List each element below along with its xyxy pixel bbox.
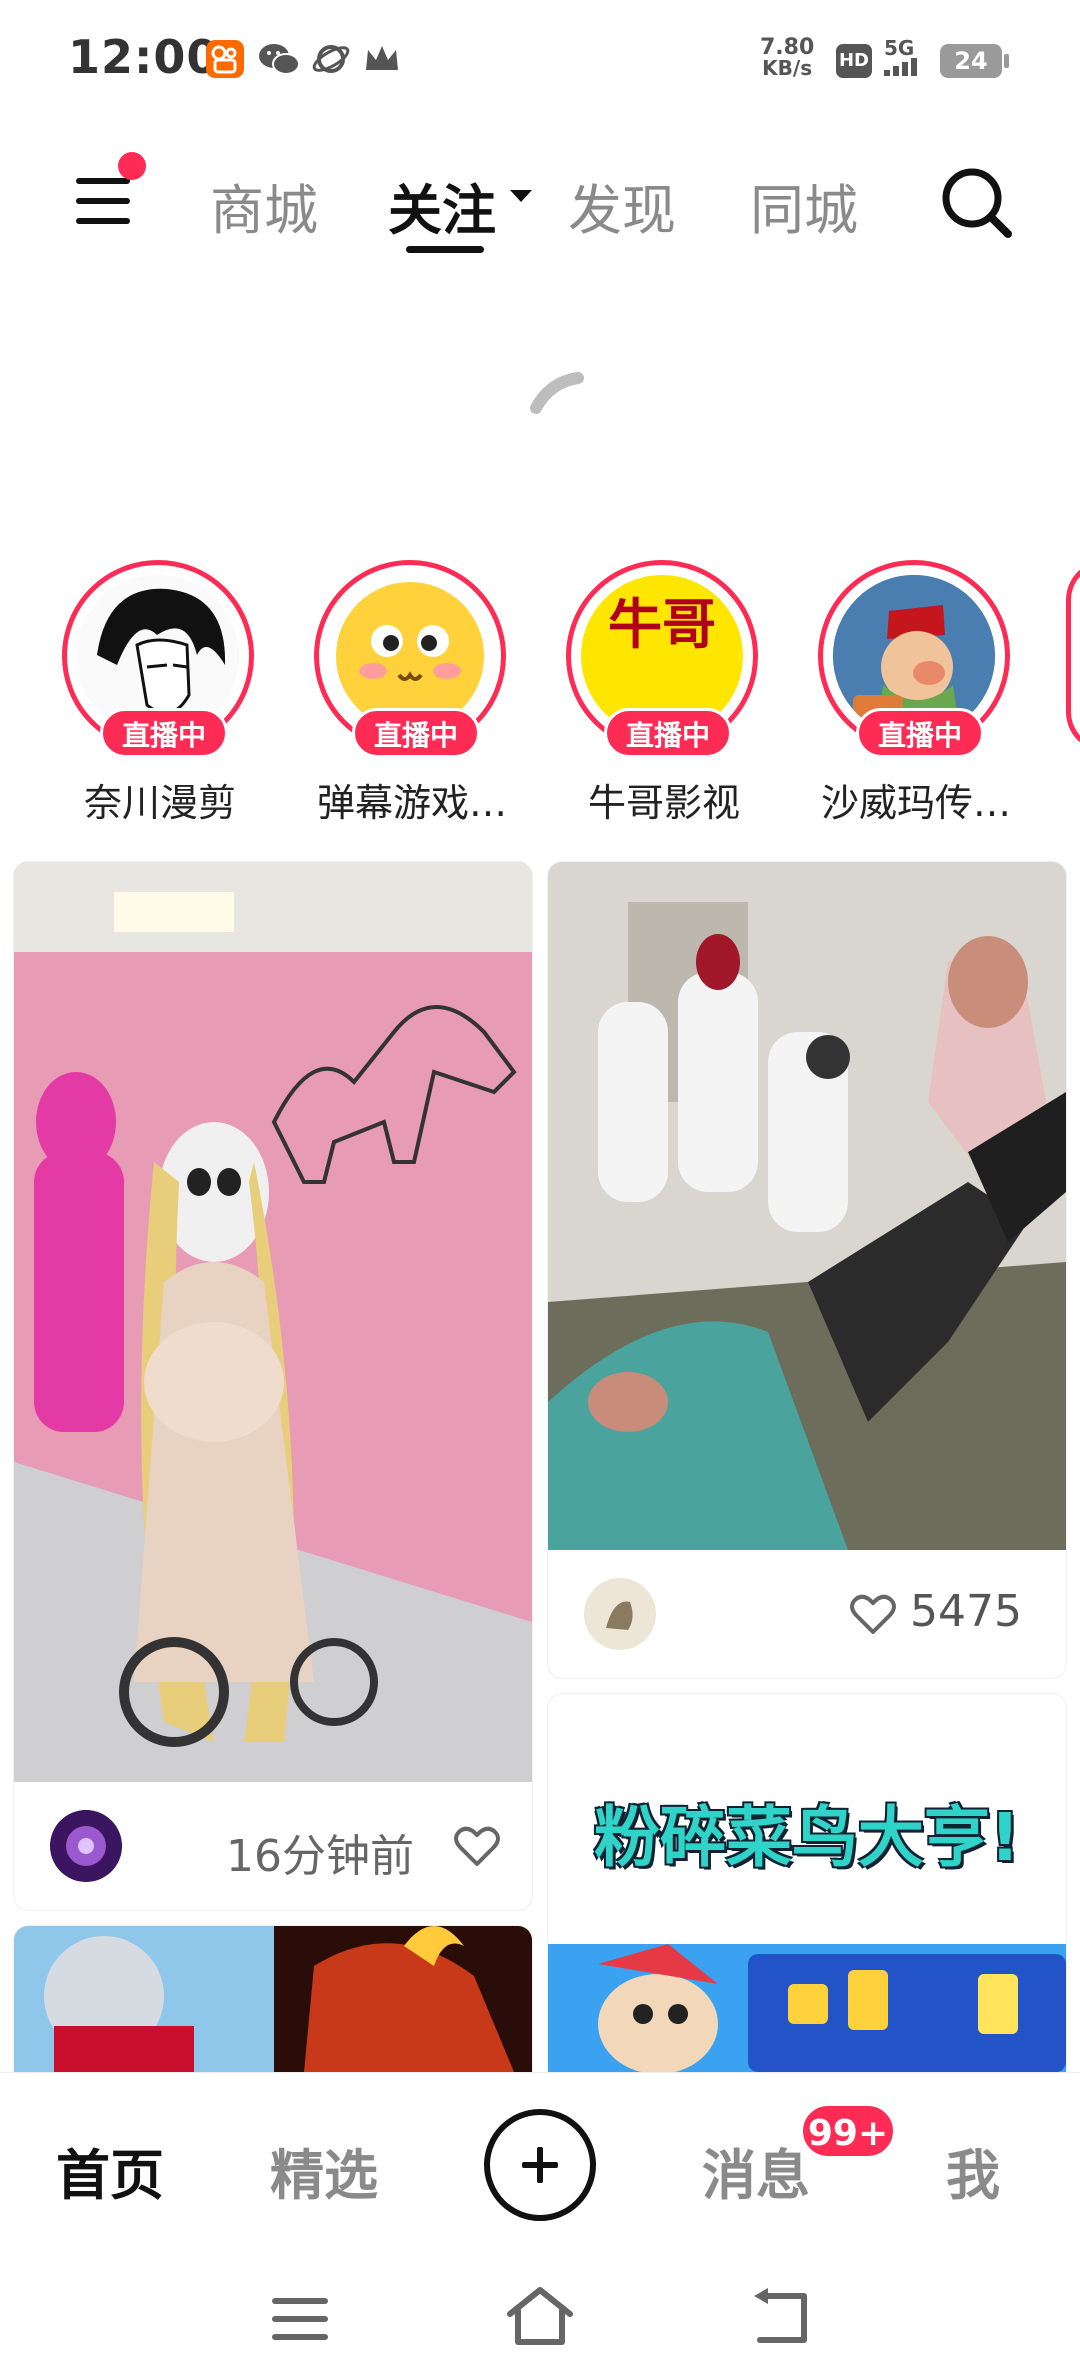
card-footer: 5475 xyxy=(548,1550,1066,1678)
heart-icon[interactable] xyxy=(850,1594,896,1636)
story-item[interactable]: 直播中 奈川漫剪 xyxy=(50,560,260,830)
tab-discover[interactable]: 发现 xyxy=(568,166,676,245)
planet-icon xyxy=(312,45,350,73)
tab-mall[interactable]: 商城 xyxy=(210,166,318,245)
menu-button[interactable] xyxy=(72,170,136,234)
signal-label: 5G xyxy=(884,36,915,60)
message-badge: 99+ xyxy=(800,2103,896,2159)
tab-messages[interactable]: 消息 xyxy=(702,2131,810,2210)
home-icon[interactable] xyxy=(504,2284,576,2346)
active-tab-indicator xyxy=(406,246,484,253)
network-speed-value: 7.80 xyxy=(760,35,815,60)
card-thumbnail xyxy=(14,1926,532,2072)
live-badge: 直播中 xyxy=(352,708,480,758)
card-title-text: 粉碎菜鸟大亨! xyxy=(593,1799,1021,1876)
status-time: 12:00 xyxy=(68,30,220,84)
card-title-area: 粉碎菜鸟大亨! xyxy=(548,1694,1066,1944)
network-speed: 7.80 KB/s xyxy=(760,35,815,80)
tab-following[interactable]: 关注 xyxy=(388,166,496,245)
card-thumbnail xyxy=(548,1944,1066,2072)
network-speed-unit: KB/s xyxy=(762,56,813,80)
signal-bars-icon xyxy=(884,58,917,76)
story-item-partial[interactable] xyxy=(1066,560,1080,752)
tab-me[interactable]: 我 xyxy=(946,2131,1000,2210)
tab-featured[interactable]: 精选 xyxy=(270,2131,378,2210)
signal-indicator: 5G xyxy=(884,38,924,79)
search-icon[interactable] xyxy=(938,164,1014,240)
like-count: 5475 xyxy=(910,1586,1022,1637)
feed-card[interactable]: 5475 xyxy=(548,862,1066,1678)
story-name: 弹幕游戏… xyxy=(316,781,507,825)
wechat-icon xyxy=(259,44,300,75)
recent-apps-icon[interactable] xyxy=(270,2296,330,2342)
back-icon[interactable] xyxy=(750,2288,812,2346)
battery-indicator: 24 xyxy=(940,44,1009,78)
status-bar: 12:00 7.80 KB/s HD 5G 24 xyxy=(0,0,1080,120)
system-nav-bar xyxy=(0,2252,1080,2376)
story-name: 沙威玛传… xyxy=(820,781,1011,825)
live-badge: 直播中 xyxy=(100,708,228,758)
bottom-tab-bar: 首页 精选 消息 99+ 我 xyxy=(0,2072,1080,2252)
story-item[interactable]: 直播中 弹幕游戏… xyxy=(302,560,512,830)
feed-card[interactable] xyxy=(14,1926,532,2072)
add-post-button[interactable] xyxy=(484,2109,596,2221)
post-time: 16分钟前 xyxy=(226,1831,414,1882)
kuaishou-app-icon xyxy=(206,40,244,78)
card-thumbnail xyxy=(14,862,532,1782)
top-nav: 商城 关注 发现 同城 xyxy=(0,130,1080,270)
author-avatar[interactable] xyxy=(50,1810,122,1882)
feed-card[interactable]: 粉碎菜鸟大亨! xyxy=(548,1694,1066,2072)
story-item[interactable]: 直播中 沙威玛传… xyxy=(806,560,1016,830)
tab-home[interactable]: 首页 xyxy=(56,2131,164,2210)
chevron-down-icon[interactable] xyxy=(510,190,532,202)
live-badge: 直播中 xyxy=(856,708,984,758)
heart-icon[interactable] xyxy=(454,1826,500,1868)
hd-badge: HD xyxy=(836,44,872,78)
tab-nearby[interactable]: 同城 xyxy=(750,166,858,245)
story-name: 奈川漫剪 xyxy=(83,781,236,825)
feed-card[interactable]: 16分钟前 xyxy=(14,862,532,1910)
author-avatar[interactable] xyxy=(584,1578,656,1650)
menu-notification-dot xyxy=(118,152,146,180)
loading-spinner-icon xyxy=(530,372,584,414)
live-stories-row: 直播中 奈川漫剪 直播中 弹幕游戏… 牛哥 直播中 牛哥影视 直播中 沙威玛传… xyxy=(0,560,1080,830)
story-name: 牛哥影视 xyxy=(587,781,740,825)
live-badge: 直播中 xyxy=(604,708,732,758)
card-thumbnail xyxy=(548,862,1066,1550)
story-item[interactable]: 牛哥 直播中 牛哥影视 xyxy=(554,560,764,830)
story-avatar-text: 牛哥 xyxy=(608,592,716,656)
card-footer: 16分钟前 xyxy=(14,1782,532,1910)
crown-icon xyxy=(366,46,398,70)
